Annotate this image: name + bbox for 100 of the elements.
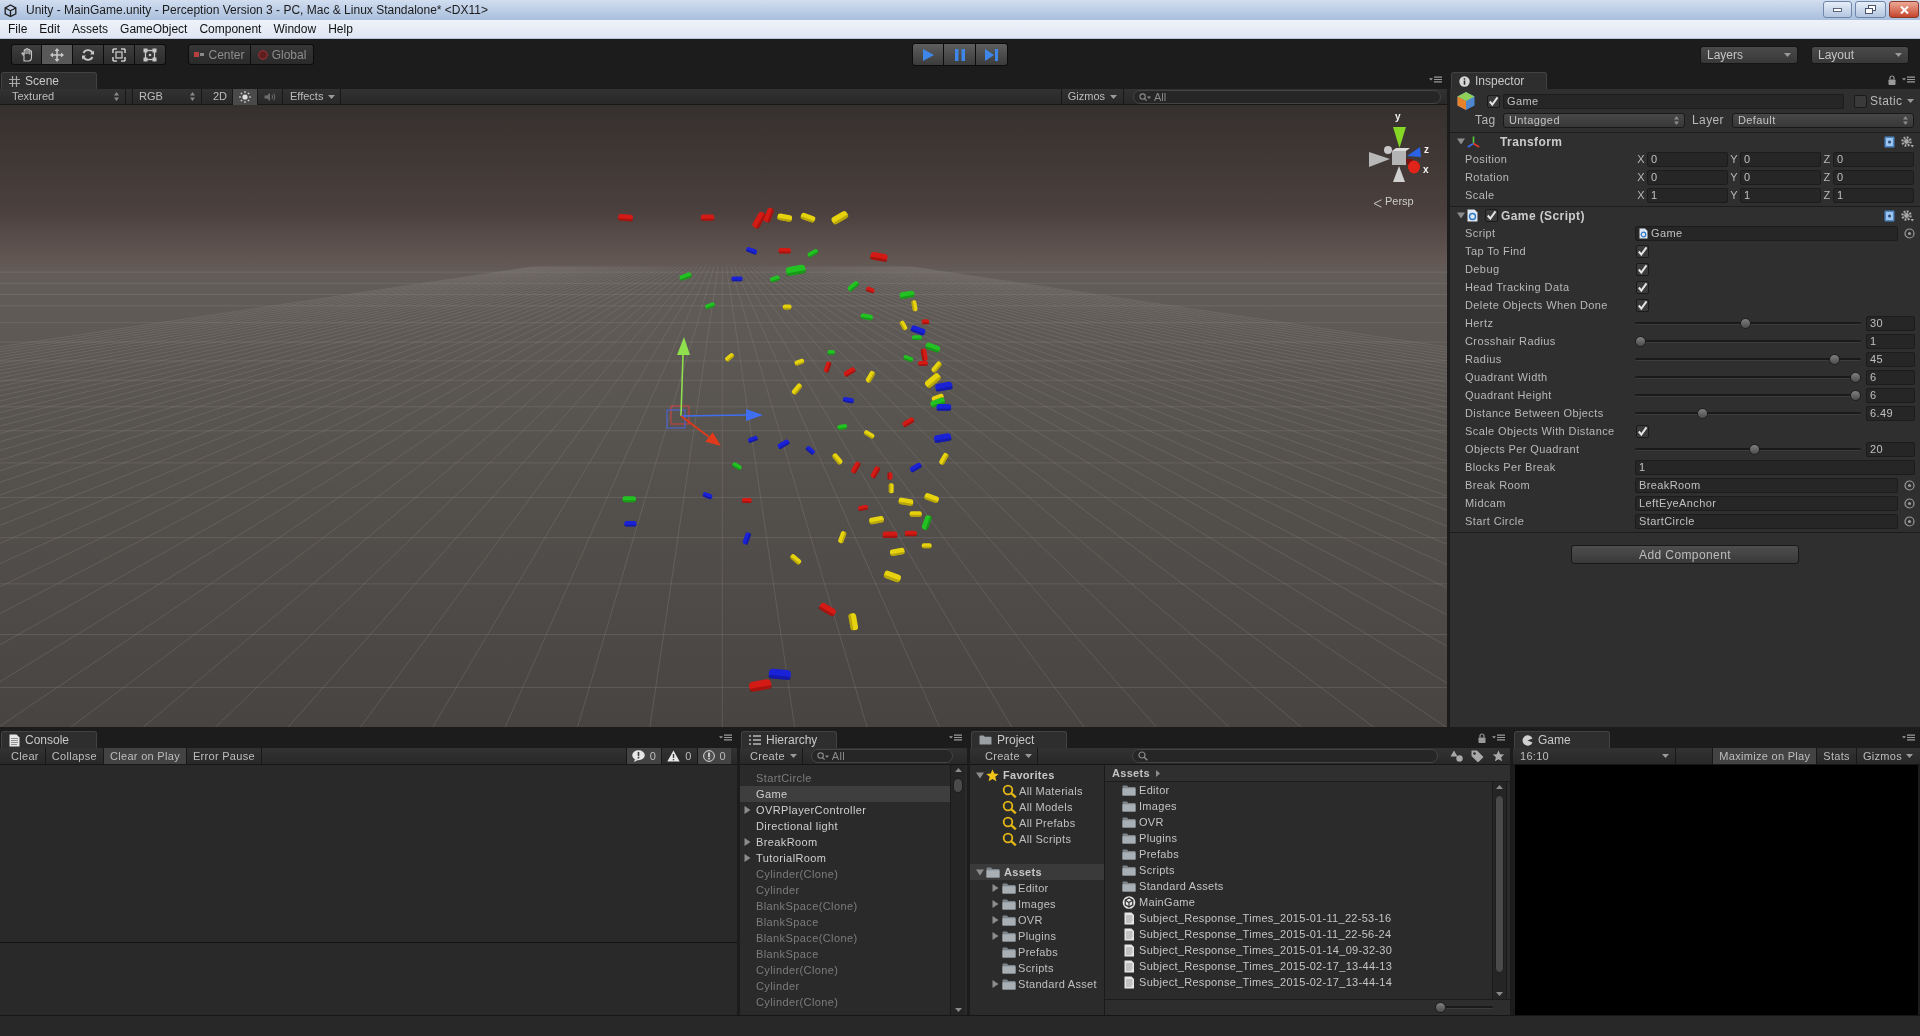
hierarchy-item[interactable]: StartCircle [740, 770, 950, 786]
search-field[interactable] [1132, 749, 1438, 763]
slider-thumb[interactable] [1850, 389, 1861, 401]
number-field[interactable]: 1 [1647, 187, 1728, 203]
toolbar-button[interactable]: Maximize on Play [1712, 748, 1817, 764]
restore-button[interactable] [1855, 1, 1886, 18]
aspect-dropdown[interactable]: 16:10 [1517, 748, 1676, 764]
slider-track[interactable] [1635, 371, 1861, 383]
checkbox[interactable] [1485, 209, 1498, 222]
tree-item[interactable]: Editor [970, 880, 1104, 896]
menu-icon[interactable] [949, 734, 962, 741]
toolbar-button[interactable]: Error Pause [186, 748, 262, 764]
scrollbar[interactable] [950, 765, 965, 1015]
rect-tool-button[interactable] [135, 44, 166, 65]
inspector-tab[interactable]: Inspector [1451, 72, 1547, 89]
number-field[interactable]: 0 [1647, 151, 1728, 167]
menu-icon[interactable] [719, 734, 732, 741]
checkbox[interactable] [1487, 94, 1500, 108]
menu-icon[interactable] [1492, 734, 1505, 741]
asset-item[interactable]: Scripts [1122, 862, 1492, 878]
info-filter-button[interactable]: 0 [625, 748, 662, 764]
scrollbar[interactable] [1492, 782, 1507, 999]
game-tab[interactable]: Game [1514, 731, 1610, 748]
checkbox[interactable] [1854, 94, 1867, 108]
number-field[interactable]: 45 [1866, 351, 1915, 367]
warning-filter-button[interactable]: 0 [661, 748, 697, 764]
tree-item[interactable]: All Models [970, 799, 1104, 815]
number-field[interactable]: 0 [1740, 151, 1821, 167]
play-button[interactable] [912, 43, 944, 66]
slider-track[interactable] [1635, 335, 1861, 347]
menu-item[interactable]: GameObject [114, 20, 194, 38]
menu-icon[interactable] [1902, 76, 1915, 83]
gizmos-dropdown[interactable]: Gizmos [1855, 748, 1915, 764]
number-field[interactable]: 0 [1833, 151, 1914, 167]
move-tool-button[interactable] [42, 44, 73, 65]
tree-item[interactable]: Scripts [970, 960, 1104, 976]
caret-right-icon[interactable] [992, 884, 999, 892]
hierarchy-item[interactable]: BlankSpace [740, 914, 950, 930]
caret-down-icon[interactable] [976, 771, 984, 779]
tree-item[interactable]: All Scripts [970, 831, 1104, 847]
checkbox[interactable] [1636, 262, 1649, 276]
tag-icon[interactable] [1471, 750, 1484, 762]
target-icon[interactable] [1904, 227, 1915, 239]
close-button[interactable] [1889, 1, 1919, 18]
slider-thumb[interactable] [1828, 353, 1840, 365]
scroll-down-icon[interactable] [1496, 992, 1503, 996]
menu-item[interactable]: Assets [66, 20, 115, 38]
layers-dropdown[interactable]: Layers [1700, 45, 1798, 64]
tree-item[interactable]: OVR [970, 912, 1104, 928]
tree-item[interactable]: Plugins [970, 928, 1104, 944]
asset-item[interactable]: Plugins [1122, 830, 1492, 846]
scroll-up-icon[interactable] [954, 768, 962, 772]
search-icon[interactable] [1139, 92, 1151, 102]
scene-tab[interactable]: Scene [1, 72, 97, 89]
projection-label[interactable]: Persp [1385, 196, 1414, 207]
pivot-button[interactable]: Center [188, 44, 251, 65]
scroll-down-icon[interactable] [954, 1008, 962, 1012]
hierarchy-item[interactable]: Game [740, 786, 950, 802]
number-field[interactable]: 6 [1866, 369, 1915, 385]
search-field[interactable]: All [810, 749, 953, 763]
object-field[interactable]: LeftEyeAnchor [1635, 495, 1898, 511]
create-dropdown[interactable]: Create [750, 748, 803, 764]
asset-item[interactable]: Images [1122, 798, 1492, 814]
space-button[interactable]: Global [251, 44, 314, 65]
caret-down-icon[interactable] [976, 868, 984, 876]
caret-right-icon[interactable] [744, 806, 751, 814]
scrollbar-thumb[interactable] [953, 778, 963, 793]
tree-item[interactable]: All Materials [970, 783, 1104, 799]
asset-item[interactable]: MainGame [1122, 894, 1492, 910]
asset-item[interactable]: Standard Assets [1122, 878, 1492, 894]
asset-item[interactable]: Subject_Response_Times_2015-01-11_22-56-24 [1122, 926, 1492, 942]
caret-down-icon[interactable] [1457, 138, 1465, 145]
caret-right-icon[interactable] [744, 838, 751, 846]
lock-icon[interactable] [1478, 732, 1486, 743]
number-field[interactable]: 1 [1833, 187, 1914, 203]
help-icon[interactable] [1884, 209, 1895, 222]
slider-track[interactable] [1435, 1002, 1493, 1013]
caret-icon[interactable] [1907, 99, 1914, 103]
gizmos-dropdown[interactable]: Gizmos [1060, 88, 1124, 105]
help-icon[interactable] [1884, 135, 1895, 148]
target-icon[interactable] [1904, 515, 1915, 527]
slider-thumb[interactable] [1435, 1002, 1446, 1013]
asset-item[interactable]: Subject_Response_Times_2015-02-17_13-44-13 [1122, 958, 1492, 974]
error-filter-button[interactable]: 0 [696, 748, 731, 764]
tree-item[interactable]: Standard Asset [970, 976, 1104, 992]
hierarchy-item[interactable]: TutorialRoom [740, 850, 950, 866]
breadcrumb-item[interactable]: Assets [1112, 764, 1150, 782]
asset-item[interactable]: Subject_Response_Times_2015-01-11_22-53-16 [1122, 910, 1492, 926]
slider-track[interactable] [1635, 353, 1861, 365]
number-field[interactable]: 0 [1647, 169, 1728, 185]
shapes-icon[interactable] [1450, 750, 1463, 762]
layout-dropdown[interactable]: Layout [1811, 45, 1909, 64]
settings-icon[interactable] [1901, 135, 1914, 148]
lighting-toggle-button[interactable] [233, 88, 258, 105]
menu-item[interactable]: File [2, 20, 34, 38]
rotate-tool-button[interactable] [73, 44, 104, 65]
create-dropdown[interactable]: Create [985, 748, 1038, 764]
slider-thumb[interactable] [1635, 335, 1646, 347]
object-field[interactable]: Game [1635, 225, 1898, 241]
orientation-gizmo-icon[interactable] [1366, 126, 1421, 184]
